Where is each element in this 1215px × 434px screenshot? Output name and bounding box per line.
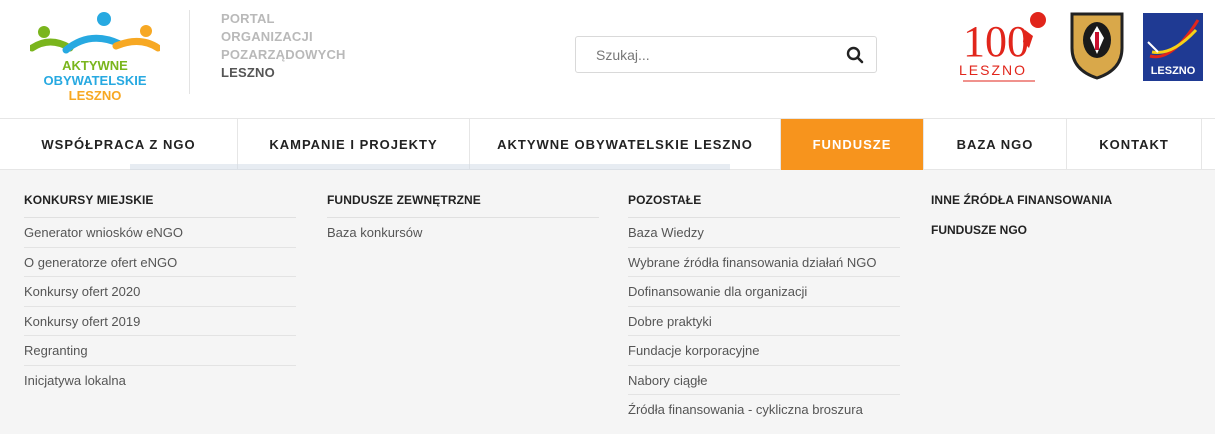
menu-link[interactable]: Inicjatywa lokalna [24,366,296,396]
svg-text:LESZNO: LESZNO [959,62,1027,78]
menu-link[interactable]: Regranting [24,336,296,366]
menu-link[interactable]: Konkursy ofert 2019 [24,307,296,336]
portal-line2: ORGANIZACJI [221,29,313,44]
site-logo[interactable]: AKTYWNE OBYWATELSKIE LESZNO [20,8,170,108]
logo-line2: OBYWATELSKIE [43,73,147,88]
header-divider [189,10,190,94]
portal-line1: PORTAL [221,11,275,26]
portal-title: PORTAL ORGANIZACJI POZARZĄDOWYCH LESZNO [221,10,346,82]
svg-text:LESZNO: LESZNO [1151,65,1196,77]
search-box [575,36,877,73]
logo-text: AKTYWNE OBYWATELSKIE LESZNO [20,58,170,103]
nav-item-fundusze[interactable]: FUNDUSZE [781,119,924,170]
menu-link[interactable]: Wybrane źródła finansowania działań NGO [628,248,900,277]
menu-link[interactable]: Nabory ciągłe [628,366,900,395]
logo-line3: LESZNO [68,88,122,103]
nav-item-kontakt[interactable]: KONTAKT [1067,119,1202,170]
menu-link[interactable]: Generator wniosków eNGO [24,218,296,248]
nav-item-kampanie[interactable]: KAMPANIE I PROJEKTY [238,119,470,170]
menu-link[interactable]: Fundacje korporacyjne [628,336,900,366]
menu-link[interactable]: Baza Wiedzy [628,218,900,248]
portal-line3: POZARZĄDOWYCH [221,47,346,62]
search-input[interactable] [594,46,838,64]
menu-heading-fundusze-ngo[interactable]: FUNDUSZE NGO [931,207,1203,237]
menu-link[interactable]: Dofinansowanie dla organizacji [628,277,900,307]
nav-item-baza-ngo[interactable]: BAZA NGO [924,119,1067,170]
menu-link[interactable]: Dobre praktyki [628,307,900,336]
menu-link[interactable]: Konkursy ofert 2020 [24,277,296,307]
menu-heading-fundusze-zewnetrzne[interactable]: FUNDUSZE ZEWNĘTRZNE [327,170,599,218]
menu-heading-inne-zrodla[interactable]: INNE ŹRÓDŁA FINANSOWANIA [931,170,1203,207]
menu-column-inne: INNE ŹRÓDŁA FINANSOWANIA FUNDUSZE NGO [931,170,1203,237]
main-navigation: WSPÓŁPRACA Z NGO KAMPANIE I PROJEKTY AKT… [0,118,1215,170]
leszno-100-logo[interactable]: 100 LESZNO [955,8,1053,88]
logo-line1: AKTYWNE [62,58,128,73]
site-header: AKTYWNE OBYWATELSKIE LESZNO PORTAL ORGAN… [0,0,1215,118]
nav-item-wspolpraca[interactable]: WSPÓŁPRACA Z NGO [0,119,238,170]
search-icon[interactable] [846,46,864,64]
portal-line4: LESZNO [221,65,275,80]
menu-column-konkursy: KONKURSY MIEJSKIE Generator wniosków eNG… [24,170,296,395]
menu-heading-konkursy[interactable]: KONKURSY MIEJSKIE [24,170,296,218]
leszno-city-logo[interactable]: LESZNO [1142,12,1204,82]
svg-text:100: 100 [963,17,1029,66]
nav-item-aktywne[interactable]: AKTYWNE OBYWATELSKIE LESZNO [470,119,781,170]
coat-of-arms-icon[interactable] [1068,10,1126,80]
menu-column-pozostale: POZOSTAŁE Baza Wiedzy Wybrane źródła fin… [628,170,900,425]
menu-heading-pozostale[interactable]: POZOSTAŁE [628,170,900,218]
menu-column-fundusze-zewnetrzne: FUNDUSZE ZEWNĘTRZNE Baza konkursów [327,170,599,248]
logo-figures-icon [30,12,160,54]
leszno-100-graphic-icon: 100 LESZNO [959,12,1046,82]
fundusze-dropdown-menu: KONKURSY MIEJSKIE Generator wniosków eNG… [0,170,1215,434]
menu-link[interactable]: Baza konkursów [327,218,599,248]
menu-link[interactable]: Źródła finansowania - cykliczna broszura [628,395,900,425]
menu-link[interactable]: O generatorze ofert eNGO [24,248,296,277]
